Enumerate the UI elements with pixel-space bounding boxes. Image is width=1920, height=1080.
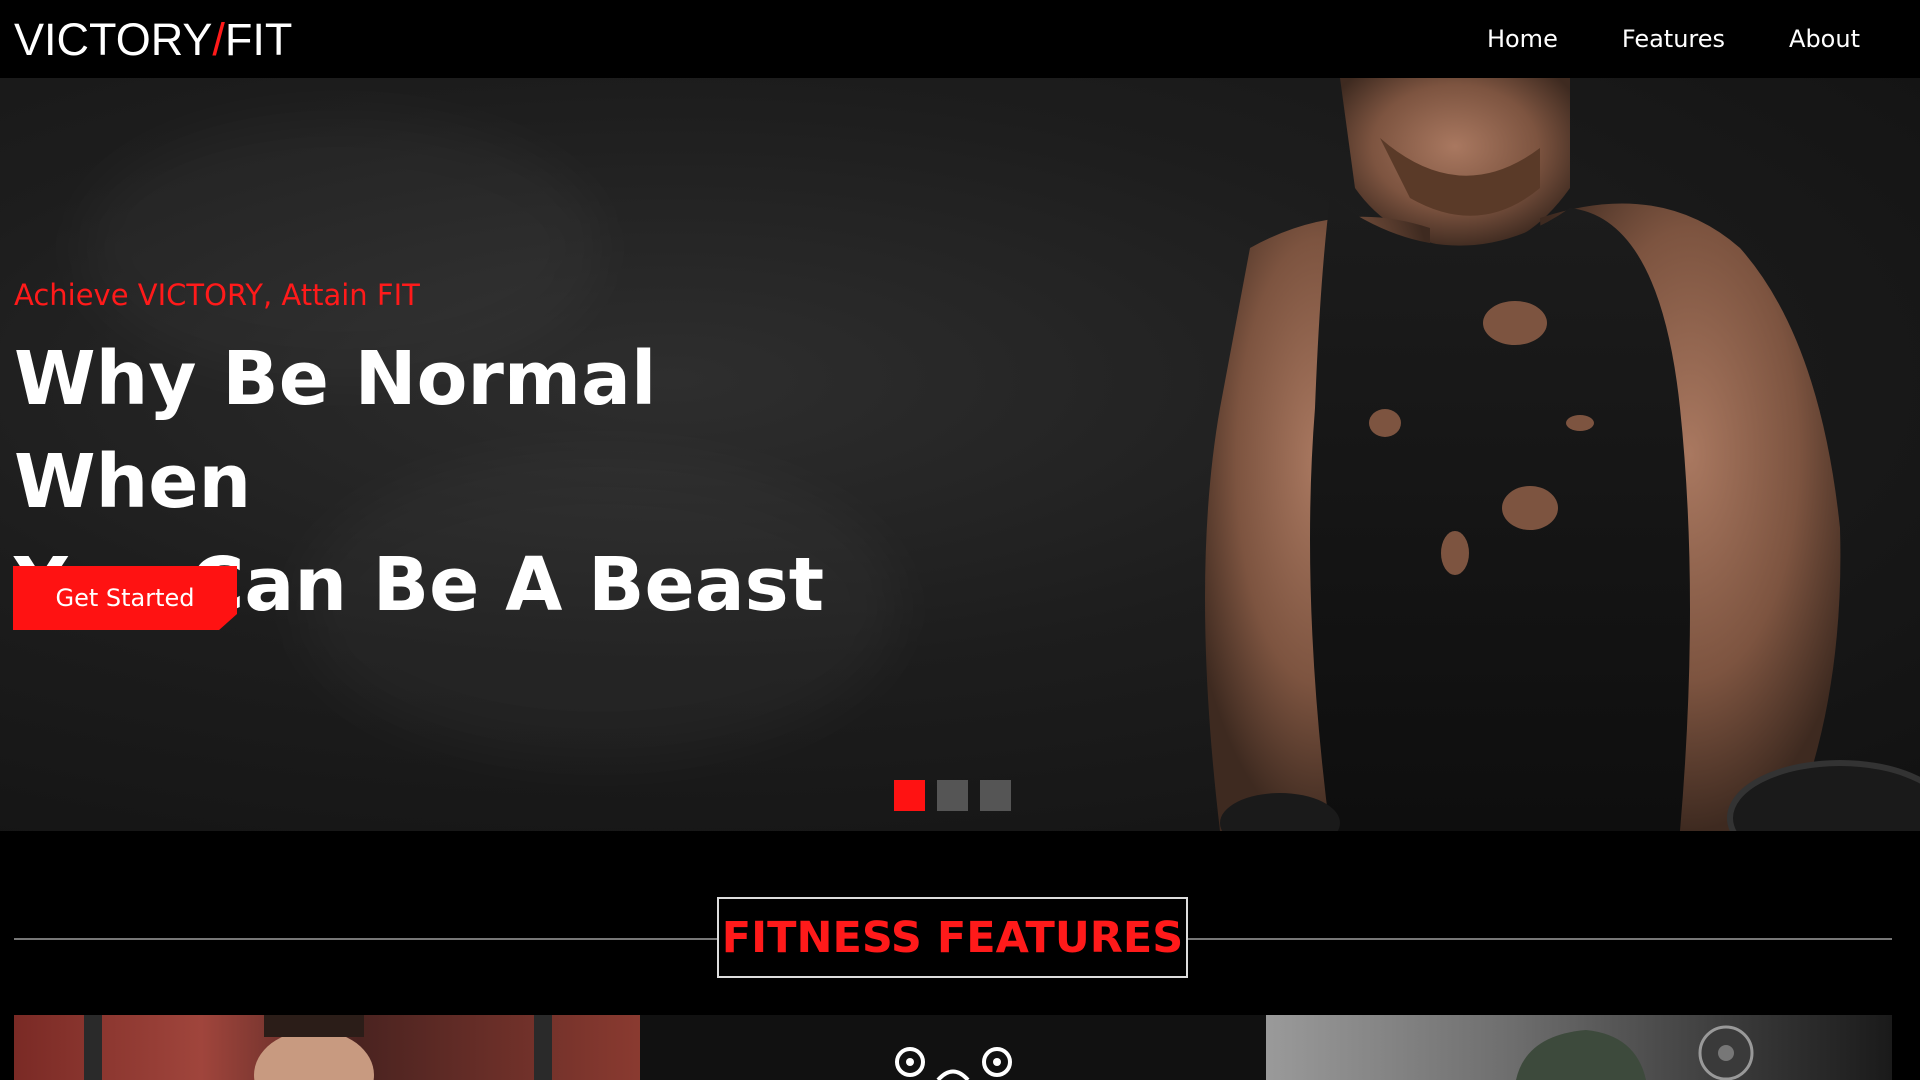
feature-cards: [14, 1015, 1906, 1080]
heading-divider-right: [1188, 938, 1892, 940]
gym-rack-image: [84, 1015, 552, 1080]
hero-athlete-image: [1205, 78, 1920, 831]
feature-card-2-icon[interactable]: [640, 1015, 1266, 1080]
slide-indicator-1[interactable]: [894, 780, 925, 811]
nav-features-link[interactable]: Features: [1622, 25, 1725, 53]
headline-line-1: Why Be Normal When: [14, 336, 657, 525]
hero-tagline: Achieve VICTORY, Attain FIT: [14, 278, 420, 312]
logo-part1: VICTORY: [14, 13, 213, 65]
features-heading: FITNESS FEATURES: [717, 897, 1188, 978]
medal-icon: [895, 1047, 1012, 1080]
slide-indicator-2[interactable]: [937, 780, 968, 811]
logo-slash: /: [212, 13, 225, 65]
feature-card-1-image[interactable]: [14, 1015, 640, 1080]
nav-about-link[interactable]: About: [1789, 25, 1860, 53]
site-logo[interactable]: VICTORY/FIT: [14, 17, 292, 62]
logo-part2: FIT: [224, 13, 293, 65]
features-section-header: FITNESS FEATURES: [0, 831, 1920, 1015]
hero-slider: Achieve VICTORY, Attain FIT Why Be Norma…: [0, 78, 1920, 831]
feature-card-3-image[interactable]: [1266, 1015, 1892, 1080]
navbar: VICTORY/FIT Home Features About: [0, 0, 1920, 78]
slider-indicators: [894, 780, 1011, 811]
slide-indicator-3[interactable]: [980, 780, 1011, 811]
main-nav: Home Features About: [1423, 25, 1860, 53]
get-started-button[interactable]: Get Started: [13, 566, 237, 630]
athlete-cap-image: [1516, 1025, 1754, 1080]
heading-divider-left: [14, 938, 718, 940]
nav-home-link[interactable]: Home: [1487, 25, 1558, 53]
